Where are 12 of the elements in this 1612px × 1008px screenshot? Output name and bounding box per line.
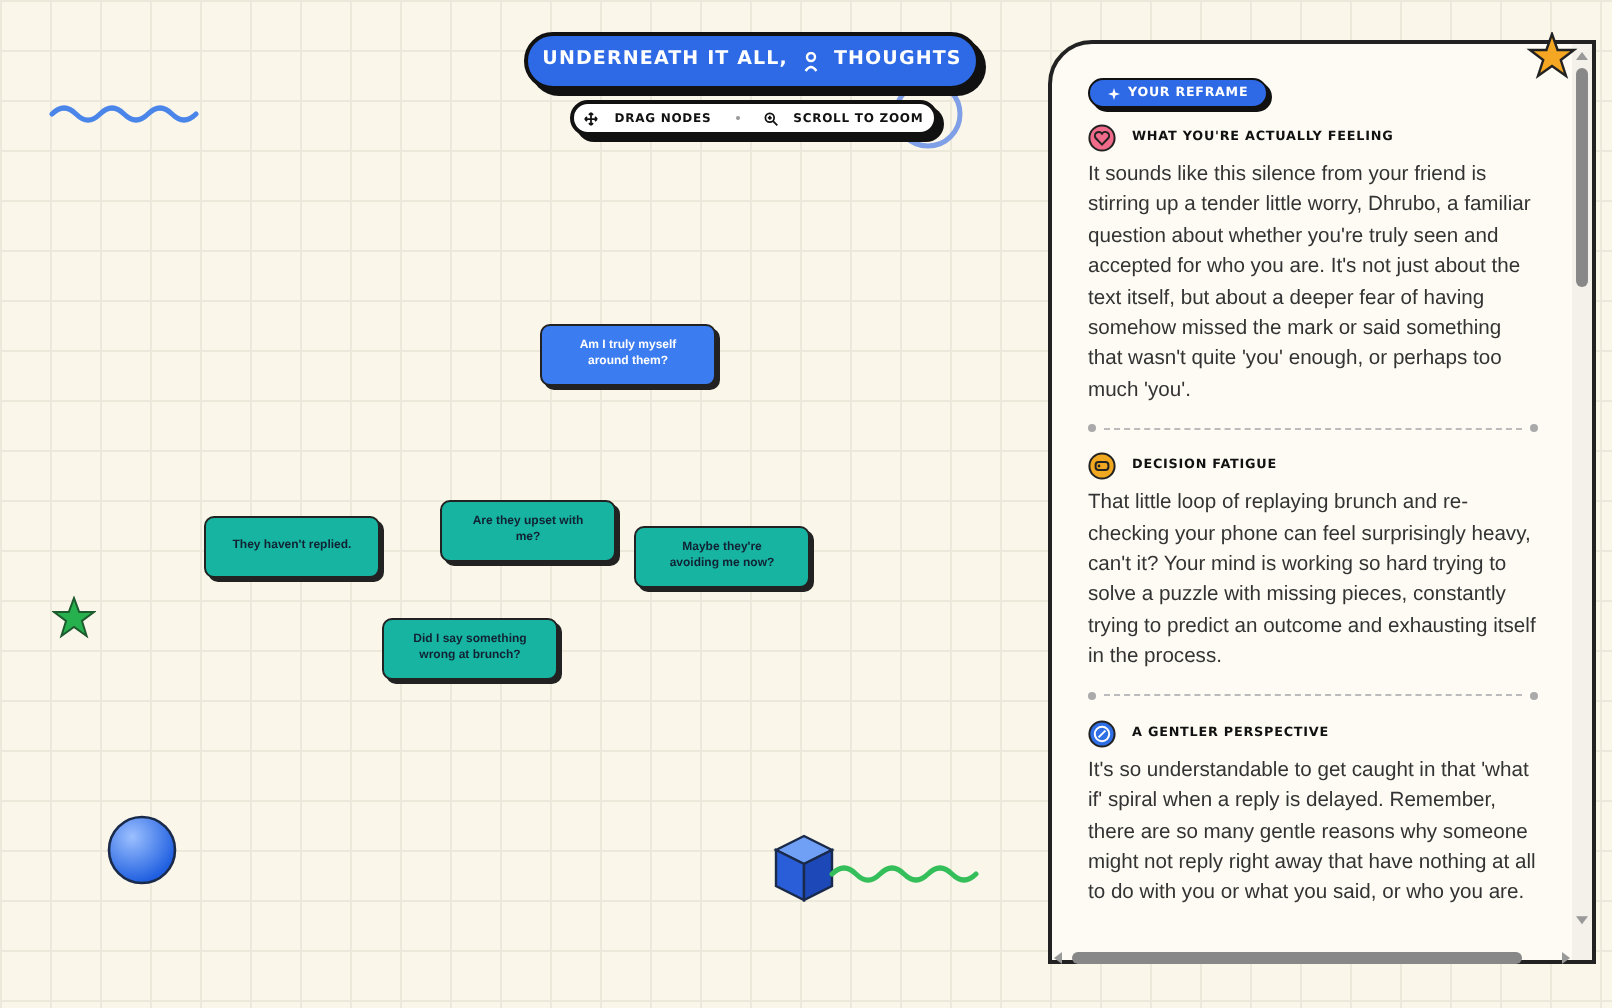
sphere-drawing — [106, 814, 178, 886]
title-text: THOUGHTS — [833, 46, 962, 75]
section-text: That little loop of replaying brunch and re-checking your phone can feel surprisingly heavy, can't it? Your mind is working so hard trying to solve a puzzle with missing pieces, constantly trying to predict an outcome and exhausting itself in the process. — [1088, 490, 1538, 673]
move-icon — [584, 111, 599, 125]
star-icon — [52, 596, 96, 640]
zoom-icon — [763, 111, 778, 125]
cube-drawing — [772, 832, 836, 904]
title-text: UNDERNEATH IT ALL, — [542, 46, 788, 75]
section-text: It sounds like this silence from your friend is stirring up a tender little worry, Dhrubo, a familiar question about whether you're truly seen and accepted for who you are. It's not just about the text itself, but about a deeper fear of having somehow missed the mark or said something that wasn't quite 'you' enough, or perhaps too much 'you'. — [1088, 162, 1533, 406]
sparkle-icon — [1108, 87, 1120, 99]
section-text: It's so understandable to get caught in that 'what if' spiral when a reply is delayed. Remember, there are so many gentle reasons why someone might not reply right away that have nothing at all to do with you or what you said, or who you are. — [1088, 757, 1538, 909]
person-icon — [803, 51, 818, 71]
